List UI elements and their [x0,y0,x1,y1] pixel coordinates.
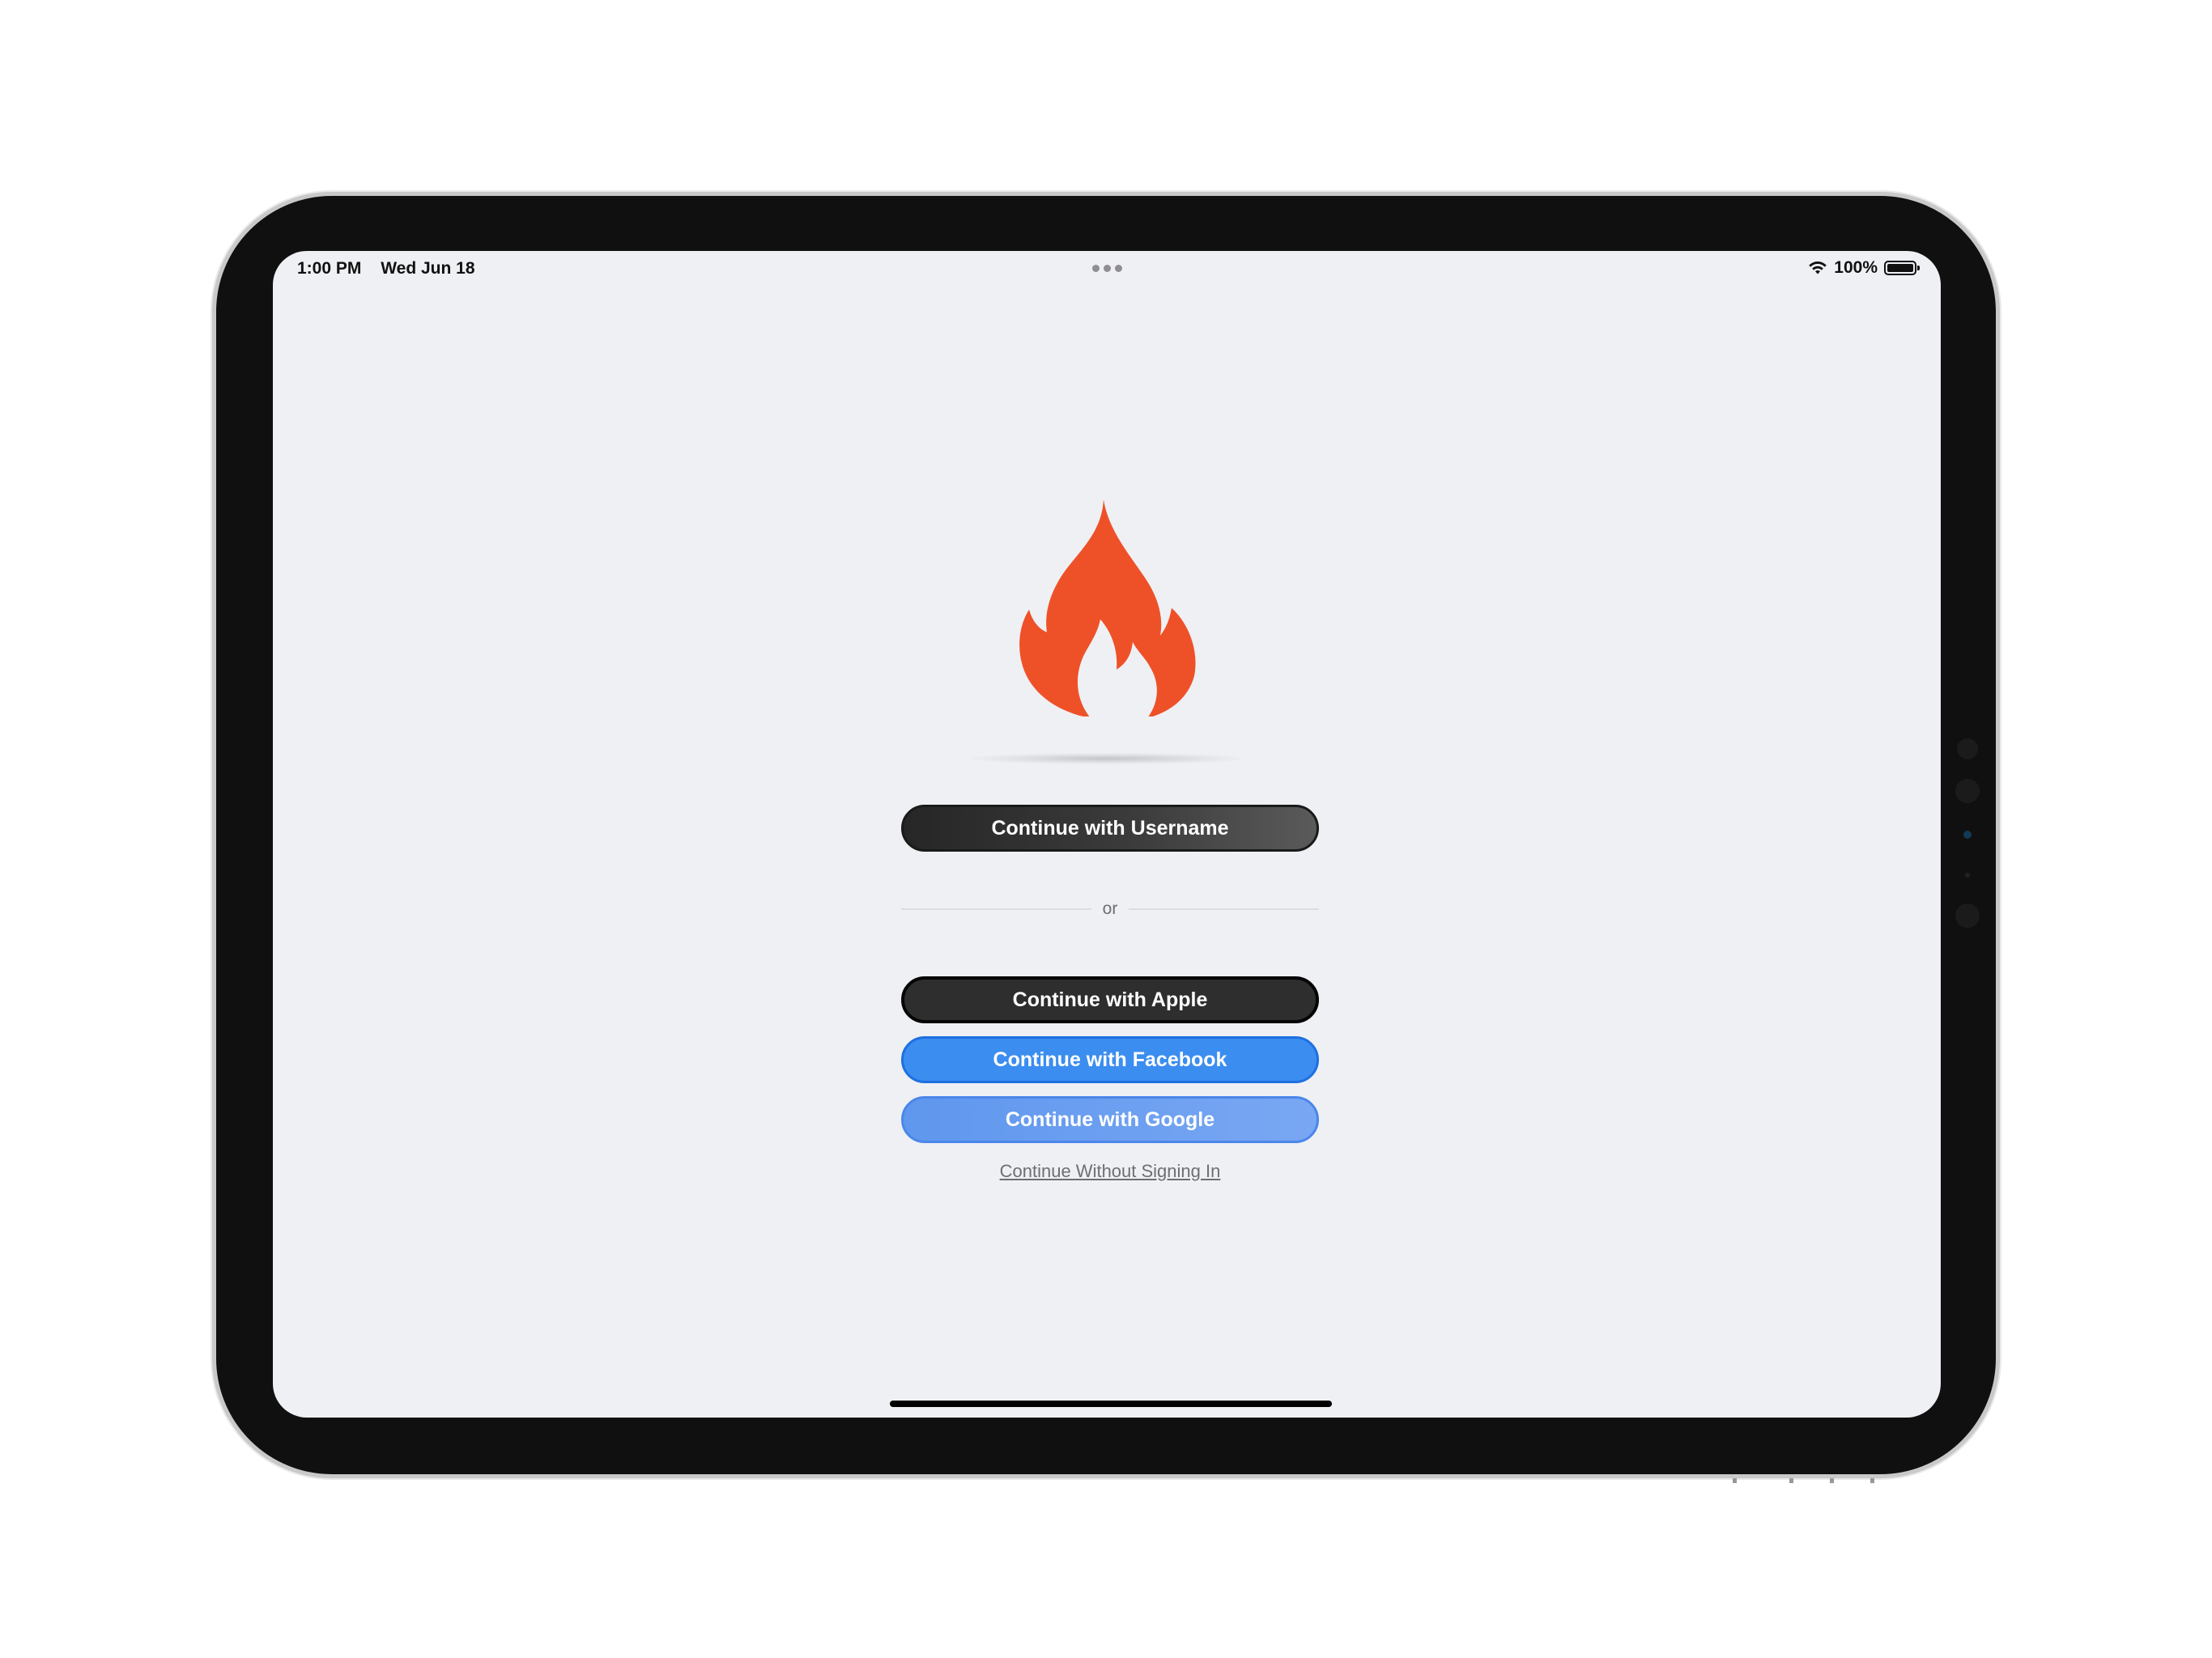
sensor-dot [1965,873,1970,878]
or-divider: or [901,897,1319,921]
status-date: Wed Jun 18 [381,259,475,278]
home-indicator[interactable] [890,1401,1332,1407]
status-time-date: 1:00 PM Wed Jun 18 [297,259,490,278]
continue-with-username-button[interactable]: Continue with Username [901,805,1319,852]
logo-shadow [969,753,1244,764]
multitasking-dots-icon[interactable] [1092,265,1122,272]
flame-icon [1019,500,1196,716]
device-speaker-marks [1733,1478,1878,1485]
status-time: 1:00 PM [297,259,362,278]
stage: 1:00 PM Wed Jun 18 100% Continue with Us… [0,0,2212,1658]
status-indicators: 100% [1808,258,1920,278]
continue-with-google-button[interactable]: Continue with Google [901,1096,1319,1143]
continue-with-facebook-button[interactable]: Continue with Facebook [901,1036,1319,1083]
camera-dot [1955,903,1980,928]
screen: 1:00 PM Wed Jun 18 100% Continue with Us… [273,251,1941,1418]
divider-line [1129,908,1319,910]
divider-or-label: or [1102,899,1118,918]
divider-line [901,908,1091,910]
camera-lens [1963,831,1972,839]
continue-with-apple-button[interactable]: Continue with Apple [901,976,1319,1023]
battery-percent: 100% [1834,258,1878,277]
ipad-frame: 1:00 PM Wed Jun 18 100% Continue with Us… [212,192,2000,1478]
camera-dot [1957,738,1978,759]
status-bar: 1:00 PM Wed Jun 18 100% [273,251,1941,300]
battery-icon [1884,261,1920,275]
camera-dot [1955,779,1980,803]
wifi-icon [1809,261,1827,274]
continue-without-signing-in-link[interactable]: Continue Without Signing In [901,1161,1319,1182]
